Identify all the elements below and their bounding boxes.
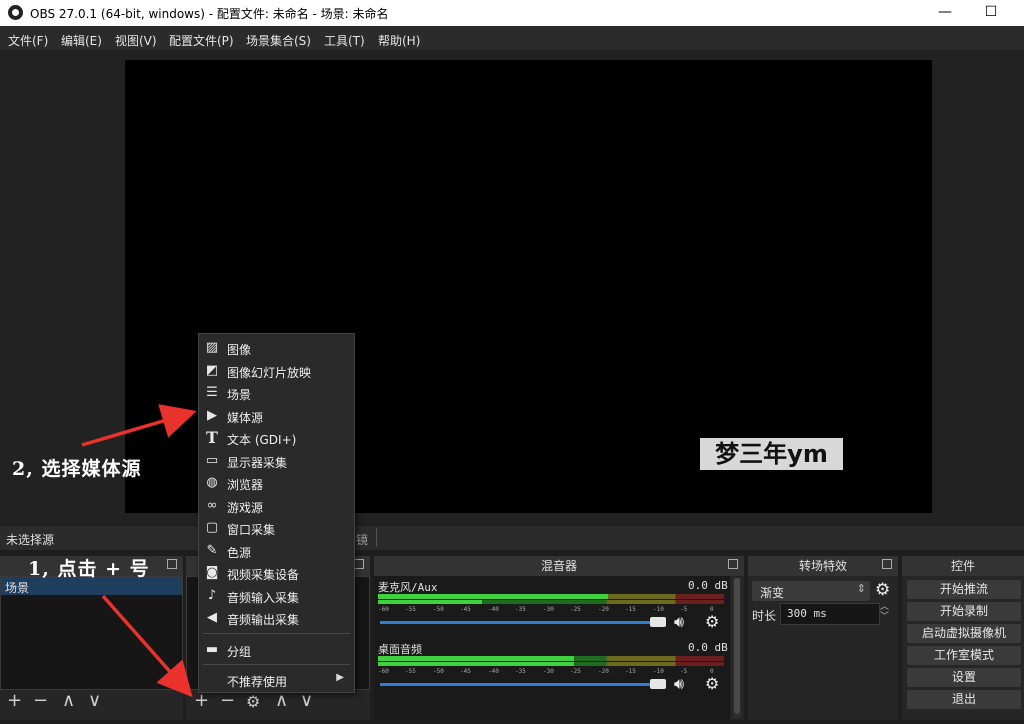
annotation-arrows bbox=[81, 404, 197, 698]
arrow-to-add-button bbox=[101, 594, 193, 698]
annotation-step2: 2, 选择媒体源 bbox=[12, 458, 142, 480]
arrow-to-media-source bbox=[81, 404, 197, 447]
annotation-step1: 1, 点击 + 号 bbox=[28, 558, 150, 580]
